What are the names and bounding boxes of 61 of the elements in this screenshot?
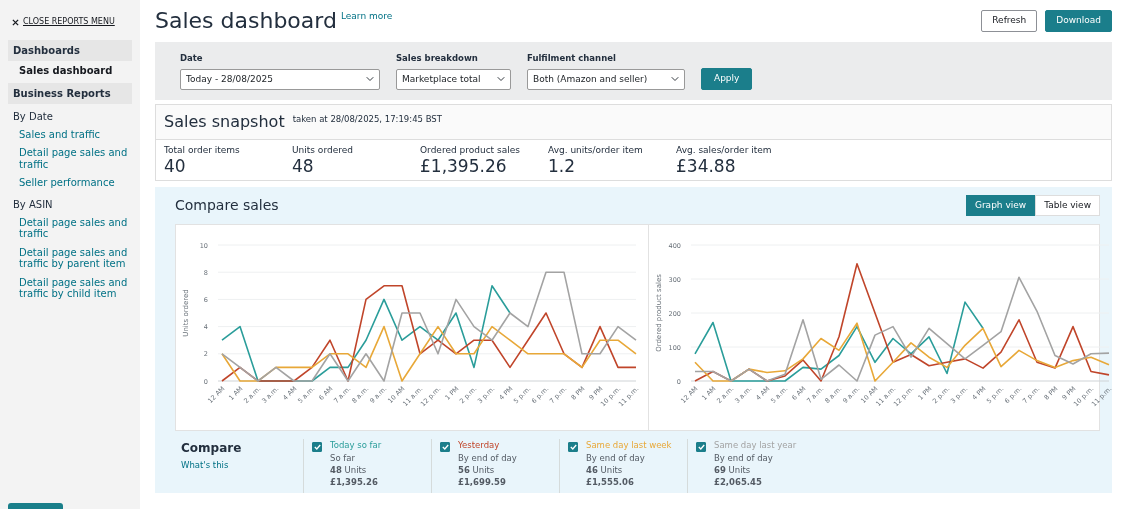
stat-label: Avg. units/order item — [548, 143, 644, 157]
field-label: Fulfilment channel — [527, 52, 617, 65]
period-text: By end of day — [714, 451, 774, 465]
page-title: Sales dashboard — [155, 10, 337, 32]
amount-text: £2,065.45 — [714, 476, 763, 489]
sidebar-link[interactable]: Detail page sales and traffic by parent item — [8, 244, 132, 272]
help-link[interactable]: What's this — [181, 460, 229, 471]
section-title: Sales snapshot — [164, 110, 285, 133]
download-button[interactable]: Download — [1045, 10, 1112, 32]
dropdown-field[interactable]: Both (Amazon and seller) — [527, 68, 685, 90]
amount-text: £1,699.59 — [458, 476, 507, 489]
period-text: By end of day — [586, 451, 646, 465]
checkbox[interactable] — [312, 442, 322, 453]
view-tab[interactable]: Table view — [1035, 194, 1100, 217]
sidebar-link[interactable]: Sales and traffic — [8, 126, 132, 142]
timestamp-text: taken at 28/08/2025, 17:19:45 BST — [292, 112, 442, 126]
field-label: Date — [180, 52, 204, 65]
stat-value: £1,395.26 — [420, 157, 508, 176]
stat-value: 40 — [164, 157, 187, 176]
period-text: So far — [330, 451, 356, 465]
checkbox[interactable] — [696, 442, 706, 453]
sidebar-link[interactable]: Detail page sales and traffic — [8, 145, 132, 172]
stat-label: Avg. sales/order item — [676, 143, 773, 157]
sidebar-link[interactable]: Sales dashboard — [8, 63, 132, 79]
sidebar-heading: Business Reports — [8, 82, 132, 104]
sidebar-link[interactable]: Detail page sales and traffic — [8, 214, 132, 242]
learn-more-link[interactable]: Learn more — [340, 10, 393, 24]
apply-button[interactable]: Apply — [701, 68, 753, 90]
stat-value: 1.2 — [548, 157, 577, 176]
units-text: 69 Units — [714, 464, 752, 477]
units-text: 56 Units — [458, 464, 496, 477]
series-label: Today so far — [330, 439, 382, 452]
series-label: Same day last week — [586, 439, 672, 452]
checkbox[interactable] — [568, 442, 578, 453]
stat-label: Units ordered — [292, 143, 354, 157]
stat-value: 48 — [292, 157, 315, 176]
compare-title: Compare — [181, 440, 243, 458]
units-text: 48 Units — [330, 464, 368, 477]
amount-text: £1,395.26 — [330, 476, 379, 489]
stat-value: £34.88 — [676, 157, 737, 176]
period-text: By end of day — [458, 451, 517, 465]
refresh-button[interactable]: Refresh — [981, 10, 1038, 32]
view-tab[interactable]: Graph view — [965, 194, 1036, 217]
dropdown-field[interactable]: Marketplace total — [396, 68, 511, 90]
close-menu-link[interactable]: CLOSE REPORTS MENU — [12, 16, 128, 28]
amount-text: £1,555.06 — [586, 476, 635, 489]
sidebar-link[interactable]: Seller performance — [8, 175, 132, 191]
units-text: 46 Units — [586, 464, 624, 477]
sidebar-group-label: By Date — [12, 109, 54, 124]
stat-label: Total order items — [164, 143, 241, 157]
checkbox[interactable] — [440, 442, 450, 453]
section-title: Compare sales — [175, 196, 279, 216]
stat-label: Ordered product sales — [420, 143, 521, 157]
dropdown-field[interactable]: Today - 28/08/2025 — [180, 68, 380, 90]
sidebar-group-label: By ASIN — [12, 197, 54, 212]
series-label: Same day last year — [714, 439, 797, 452]
series-label: Yesterday — [458, 439, 501, 452]
sidebar-link[interactable]: Detail page sales and traffic by child item — [8, 274, 132, 302]
field-label: Sales breakdown — [396, 52, 479, 65]
sidebar-heading: Dashboards — [8, 40, 132, 61]
close-icon — [12, 18, 19, 26]
